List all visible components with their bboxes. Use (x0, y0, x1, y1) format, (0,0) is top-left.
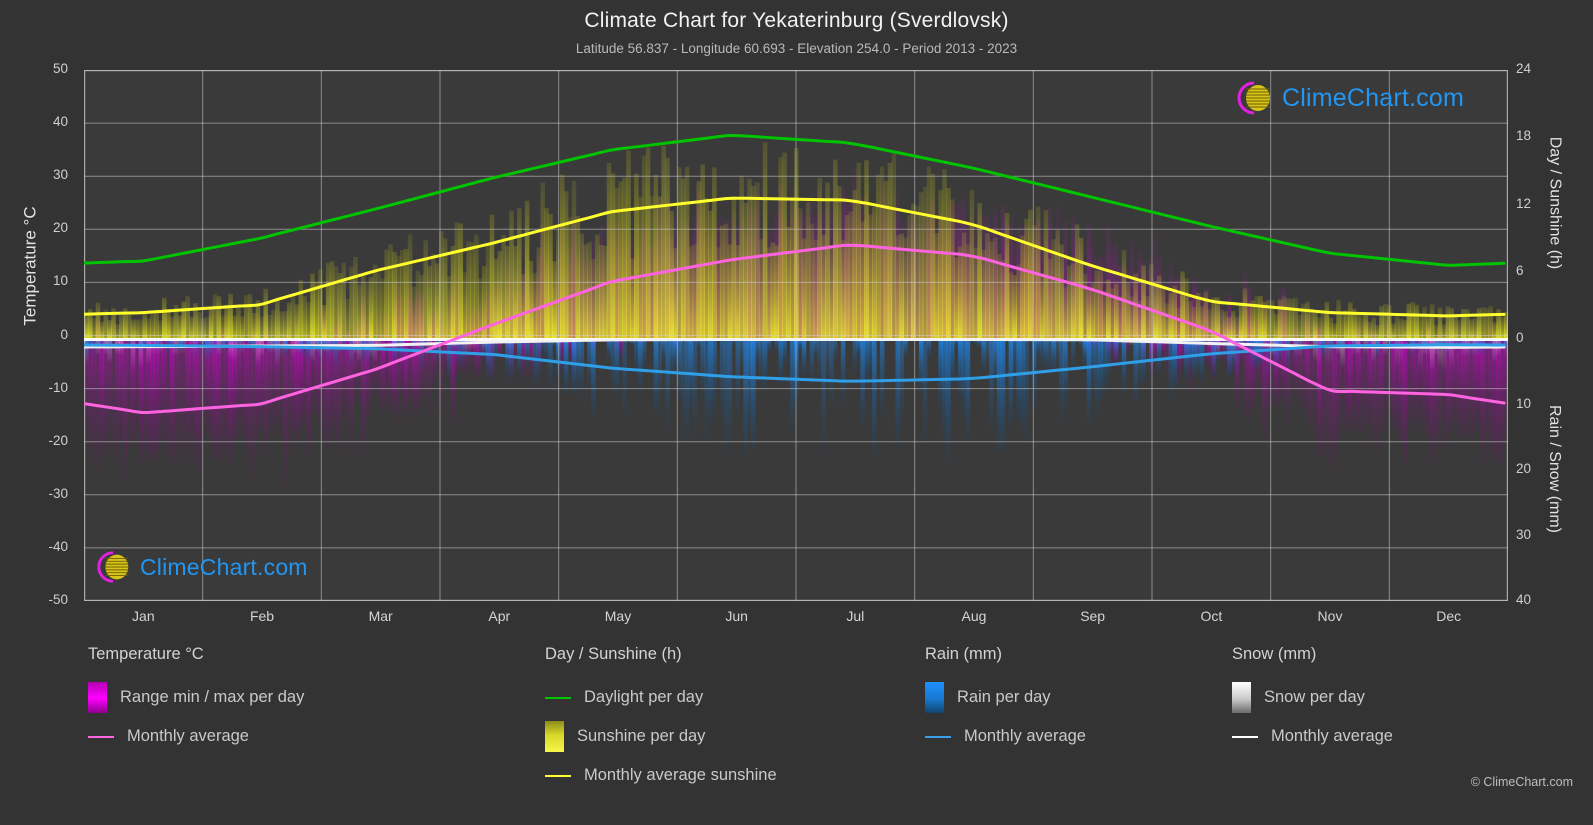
chart-header: Climate Chart for Yekaterinburg (Sverdlo… (0, 0, 1593, 56)
climate-chart-svg (84, 70, 1508, 601)
legend-column-snow: Snow (mm) Snow per day Monthly average (1232, 645, 1393, 756)
y-tick-left: 30 (52, 167, 68, 183)
y-tick-right-hours: 24 (1516, 61, 1532, 76)
y-tick-left: -30 (48, 485, 68, 501)
watermark-logo-bottom: ClimeChart.com (92, 548, 308, 586)
y-tick-left: 0 (60, 326, 68, 342)
legend-item[interactable]: Monthly average (1232, 717, 1393, 756)
legend-item[interactable]: Rain per day (925, 678, 1086, 717)
x-tick: Dec (1436, 608, 1462, 624)
legend-heading: Rain (mm) (925, 645, 1002, 663)
watermark-text: ClimeChart.com (140, 553, 308, 580)
legend-item[interactable]: Monthly average (925, 717, 1086, 756)
y-tick-right-mm: 20 (1516, 461, 1532, 477)
legend-item[interactable]: Monthly average (88, 717, 304, 756)
y-tick-left: 10 (52, 273, 68, 289)
watermark-logo-top: ClimeChart.com (1232, 78, 1464, 118)
legend-item-label: Monthly average (127, 727, 249, 745)
y-tick-right-hours: 18 (1516, 128, 1532, 144)
legend-item-label: Snow per day (1264, 688, 1365, 706)
y-tick-right-mm: 10 (1516, 395, 1532, 411)
x-tick: Oct (1200, 608, 1223, 624)
legend-heading: Day / Sunshine (h) (545, 645, 682, 663)
legend-item-label: Monthly average (1271, 727, 1393, 745)
legend-item-label: Monthly average sunshine (584, 766, 777, 784)
legend-item-label: Range min / max per day (120, 688, 305, 706)
watermark-text: ClimeChart.com (1282, 83, 1464, 112)
climechart-logo-icon (97, 551, 129, 583)
legend-swatch-line (545, 774, 571, 777)
climechart-logo-icon (1237, 81, 1270, 115)
y-tick-left: 40 (52, 114, 68, 130)
legend-heading: Snow (mm) (1232, 645, 1317, 663)
legend-item[interactable]: Range min / max per day (88, 678, 304, 717)
chart-legend: Temperature °C Range min / max per day Mon… (0, 645, 1593, 805)
y-tick-left: 50 (52, 61, 68, 76)
chart-gridlines (84, 70, 1508, 601)
y-tick-left: -40 (48, 538, 68, 554)
y-tick-left: -50 (48, 592, 68, 607)
legend-swatch-line (88, 735, 114, 738)
legend-swatch-box (88, 682, 107, 713)
legend-item[interactable]: Daylight per day (545, 678, 777, 717)
legend-item-label: Sunshine per day (577, 727, 706, 745)
page-title: Climate Chart for Yekaterinburg (Sverdlo… (584, 9, 1009, 32)
x-tick: Nov (1317, 608, 1343, 624)
y-tick-right-hours: 0 (1516, 330, 1524, 346)
legend-swatch-box (1232, 682, 1251, 713)
legend-item[interactable]: Snow per day (1232, 678, 1393, 717)
legend-item-label: Daylight per day (584, 688, 704, 706)
x-tick: Apr (488, 608, 511, 624)
x-tick: Aug (961, 608, 987, 624)
legend-column-daysunshine: Day / Sunshine (h) Daylight per day Sunshi… (545, 645, 777, 795)
chart-plot-area (84, 70, 1508, 601)
legend-item-label: Monthly average (964, 727, 1086, 745)
y-tick-left: -10 (48, 379, 68, 395)
x-tick: Jul (846, 608, 865, 624)
y-tick-right-hours: 12 (1516, 195, 1532, 211)
x-tick: May (604, 608, 632, 624)
x-tick: Sep (1080, 608, 1106, 624)
y-tick-left: -20 (48, 432, 68, 448)
legend-swatch-line (1232, 735, 1258, 738)
copyright-notice: © ClimeChart.com (1470, 775, 1573, 789)
x-tick: Feb (249, 608, 275, 624)
legend-swatch-line (545, 696, 571, 699)
legend-item-label: Rain per day (957, 688, 1051, 706)
x-tick: Jun (725, 608, 748, 624)
legend-column-temperature: Temperature °C Range min / max per day Mon… (88, 645, 304, 756)
y-tick-left: 20 (52, 220, 68, 236)
legend-item[interactable]: Sunshine per day (545, 717, 777, 756)
y-tick-right-hours: 6 (1516, 263, 1524, 279)
chart-subtitle: Latitude 56.837 - Longitude 60.693 - Ele… (575, 41, 1018, 56)
legend-column-rain: Rain (mm) Rain per day Monthly average (925, 645, 1086, 756)
legend-heading: Temperature °C (88, 645, 204, 663)
y-axis-left-title: Temperature °C (21, 205, 41, 326)
y-tick-right-mm: 40 (1516, 592, 1532, 607)
legend-item[interactable]: Monthly average sunshine (545, 756, 777, 795)
x-tick: Mar (368, 608, 393, 624)
y-tick-right-mm: 30 (1516, 526, 1532, 542)
x-tick: Jan (132, 608, 155, 624)
legend-swatch-box (925, 682, 944, 713)
legend-swatch-box (545, 721, 564, 752)
legend-swatch-line (925, 735, 951, 738)
